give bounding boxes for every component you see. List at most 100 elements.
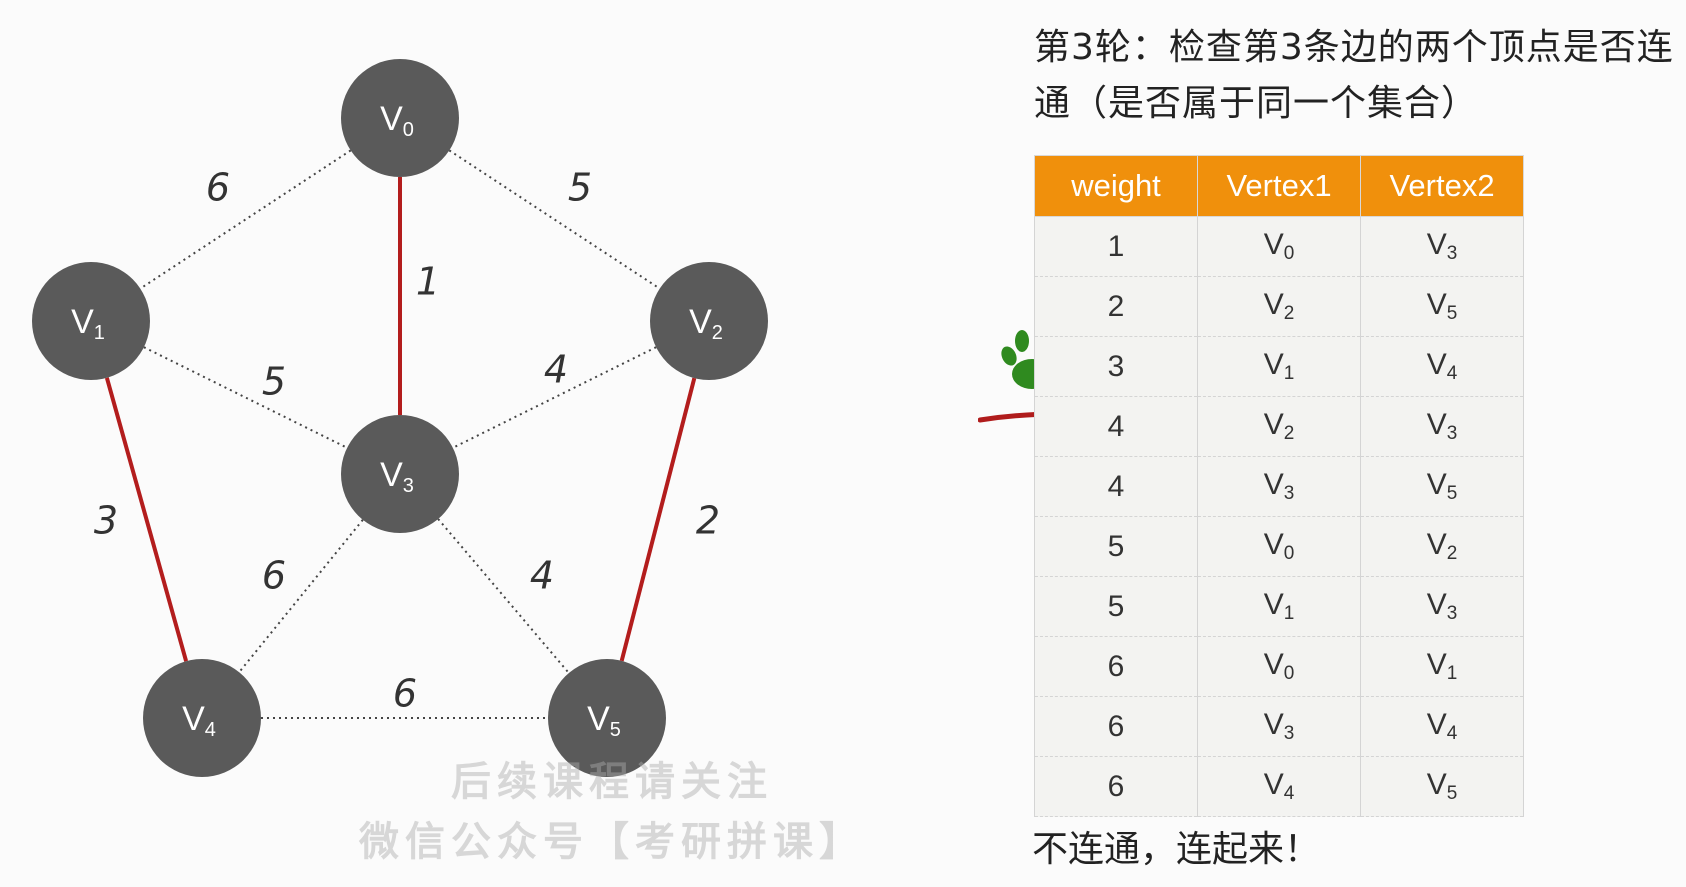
table-row: 4 V3 V5 [1034, 456, 1524, 517]
cell-vertex2-letter: V [1426, 348, 1447, 381]
cell-vertex2-letter: V [1426, 228, 1447, 261]
cell-weight: 1 [1034, 216, 1198, 277]
edge-weight-label: 4 [530, 554, 554, 598]
vertex-v1: V1 [32, 262, 150, 380]
cell-vertex2: V5 [1360, 756, 1524, 817]
edge-V0-V2 [448, 149, 661, 290]
table-row: 5 V1 V3 [1034, 576, 1524, 637]
table-row: 1 V0 V3 [1034, 216, 1524, 277]
table-row: 6 V0 V1 [1034, 636, 1524, 697]
cell-vertex2-index: 3 [1446, 423, 1458, 444]
cell-vertex1-letter: V [1263, 228, 1284, 261]
vertex-index: 1 [94, 322, 105, 344]
edge-V1-V3 [143, 346, 348, 449]
cell-vertex1-index: 2 [1283, 303, 1295, 324]
edge-weight-label: 5 [262, 360, 286, 404]
table-row: 4 V2 V3 [1034, 396, 1524, 457]
cell-vertex1: V2 [1197, 396, 1361, 457]
cell-vertex1-index: 3 [1283, 723, 1295, 744]
edge-V1-V4 [104, 377, 189, 662]
cell-vertex1-letter: V [1263, 588, 1284, 621]
vertex-v2: V2 [650, 262, 768, 380]
edge-weight-label: 4 [544, 348, 568, 392]
cell-vertex2-letter: V [1426, 708, 1447, 741]
cell-vertex2-letter: V [1426, 468, 1447, 501]
cell-vertex2: V3 [1360, 576, 1524, 637]
edge-V2-V5 [619, 377, 697, 662]
cell-weight: 3 [1034, 336, 1198, 397]
cell-vertex2-index: 5 [1446, 483, 1458, 504]
cell-vertex2: V2 [1360, 516, 1524, 577]
edge-V3-V4 [238, 519, 364, 673]
vertex-letter: V [71, 303, 94, 341]
table-row: 6 V4 V5 [1034, 756, 1524, 817]
cell-vertex2-letter: V [1426, 288, 1447, 321]
cell-vertex1: V1 [1197, 576, 1361, 637]
cell-vertex2-index: 5 [1446, 783, 1458, 804]
vertex-v4: V4 [143, 659, 261, 777]
vertex-letter: V [380, 100, 403, 138]
cell-vertex2-letter: V [1426, 768, 1447, 801]
step-heading: 第3轮：检查第3条边的两个顶点是否连通（是否属于同一个集合） [1034, 27, 1674, 124]
edge-table: weight Vertex1 Vertex2 1 V0 V3 2 V2 V5 3 V1 V4 4 V… [1034, 155, 1524, 817]
cell-vertex2: V4 [1360, 696, 1524, 757]
cell-vertex1-letter: V [1263, 648, 1284, 681]
cell-vertex2: V5 [1360, 456, 1524, 517]
cell-vertex1-letter: V [1263, 768, 1284, 801]
cell-vertex1: V4 [1197, 756, 1361, 817]
edge-weight-label: 6 [206, 166, 230, 210]
cell-vertex1-index: 4 [1283, 783, 1295, 804]
table-row: 5 V0 V2 [1034, 516, 1524, 577]
cell-vertex1: V0 [1197, 516, 1361, 577]
cell-vertex1-index: 0 [1283, 243, 1295, 264]
cell-vertex2: V1 [1360, 636, 1524, 697]
cell-weight: 5 [1034, 576, 1198, 637]
header-vertex2: Vertex2 [1360, 155, 1524, 217]
cell-vertex2-index: 3 [1446, 603, 1458, 624]
cell-vertex1: V3 [1197, 456, 1361, 517]
vertex-index: 0 [403, 119, 414, 141]
cell-vertex2-index: 4 [1446, 723, 1458, 744]
watermark-line-1: 后续课程请关注 [451, 758, 773, 805]
cell-vertex2: V4 [1360, 336, 1524, 397]
header-weight: weight [1034, 155, 1198, 217]
edge-weight-label: 2 [696, 499, 720, 543]
cell-weight: 5 [1034, 516, 1198, 577]
edge-weight-label: 1 [416, 260, 440, 304]
cell-vertex1-index: 1 [1283, 363, 1295, 384]
edge-weight-label: 6 [262, 554, 286, 598]
cell-vertex1-letter: V [1263, 288, 1284, 321]
vertex-letter: V [689, 303, 712, 341]
cell-vertex2: V5 [1360, 276, 1524, 337]
cell-weight: 6 [1034, 756, 1198, 817]
cell-vertex2-letter: V [1426, 408, 1447, 441]
vertex-v3: V3 [341, 415, 459, 533]
conclusion-text: 不连通，连起来！ [1032, 829, 1321, 870]
cell-vertex2-letter: V [1426, 588, 1447, 621]
cell-vertex2-index: 4 [1446, 363, 1458, 384]
vertex-index: 4 [205, 719, 216, 741]
table-row: 6 V3 V4 [1034, 696, 1524, 757]
cell-vertex1-index: 2 [1283, 423, 1295, 444]
cell-vertex1-letter: V [1263, 468, 1284, 501]
vertex-letter: V [587, 700, 610, 738]
cell-vertex1-index: 0 [1283, 663, 1295, 684]
cell-weight: 2 [1034, 276, 1198, 337]
table-row: 3 V 1 V4 [1034, 336, 1524, 397]
cell-weight: 4 [1034, 456, 1198, 517]
cell-vertex2-index: 5 [1446, 303, 1458, 324]
cell-vertex1-index: 3 [1283, 483, 1295, 504]
cell-vertex2-index: 2 [1446, 543, 1458, 564]
cell-vertex1-letter: V [1263, 408, 1284, 441]
vertex-index: 3 [403, 475, 414, 497]
nodes-layer: V0V1 V2V3V4 V5 [32, 59, 768, 777]
cell-vertex1-index: 0 [1283, 543, 1295, 564]
vertex-letter: V [182, 700, 205, 738]
edge-weight-label: 3 [94, 499, 118, 543]
cell-vertex1: V0 [1197, 636, 1361, 697]
edge-weight-label: 6 [393, 672, 417, 716]
cell-vertex1: V2 [1197, 276, 1361, 337]
vertex-v0: V0 [341, 59, 459, 177]
cell-vertex2-letter: V [1426, 648, 1447, 681]
edge-weight-label: 5 [568, 166, 592, 210]
